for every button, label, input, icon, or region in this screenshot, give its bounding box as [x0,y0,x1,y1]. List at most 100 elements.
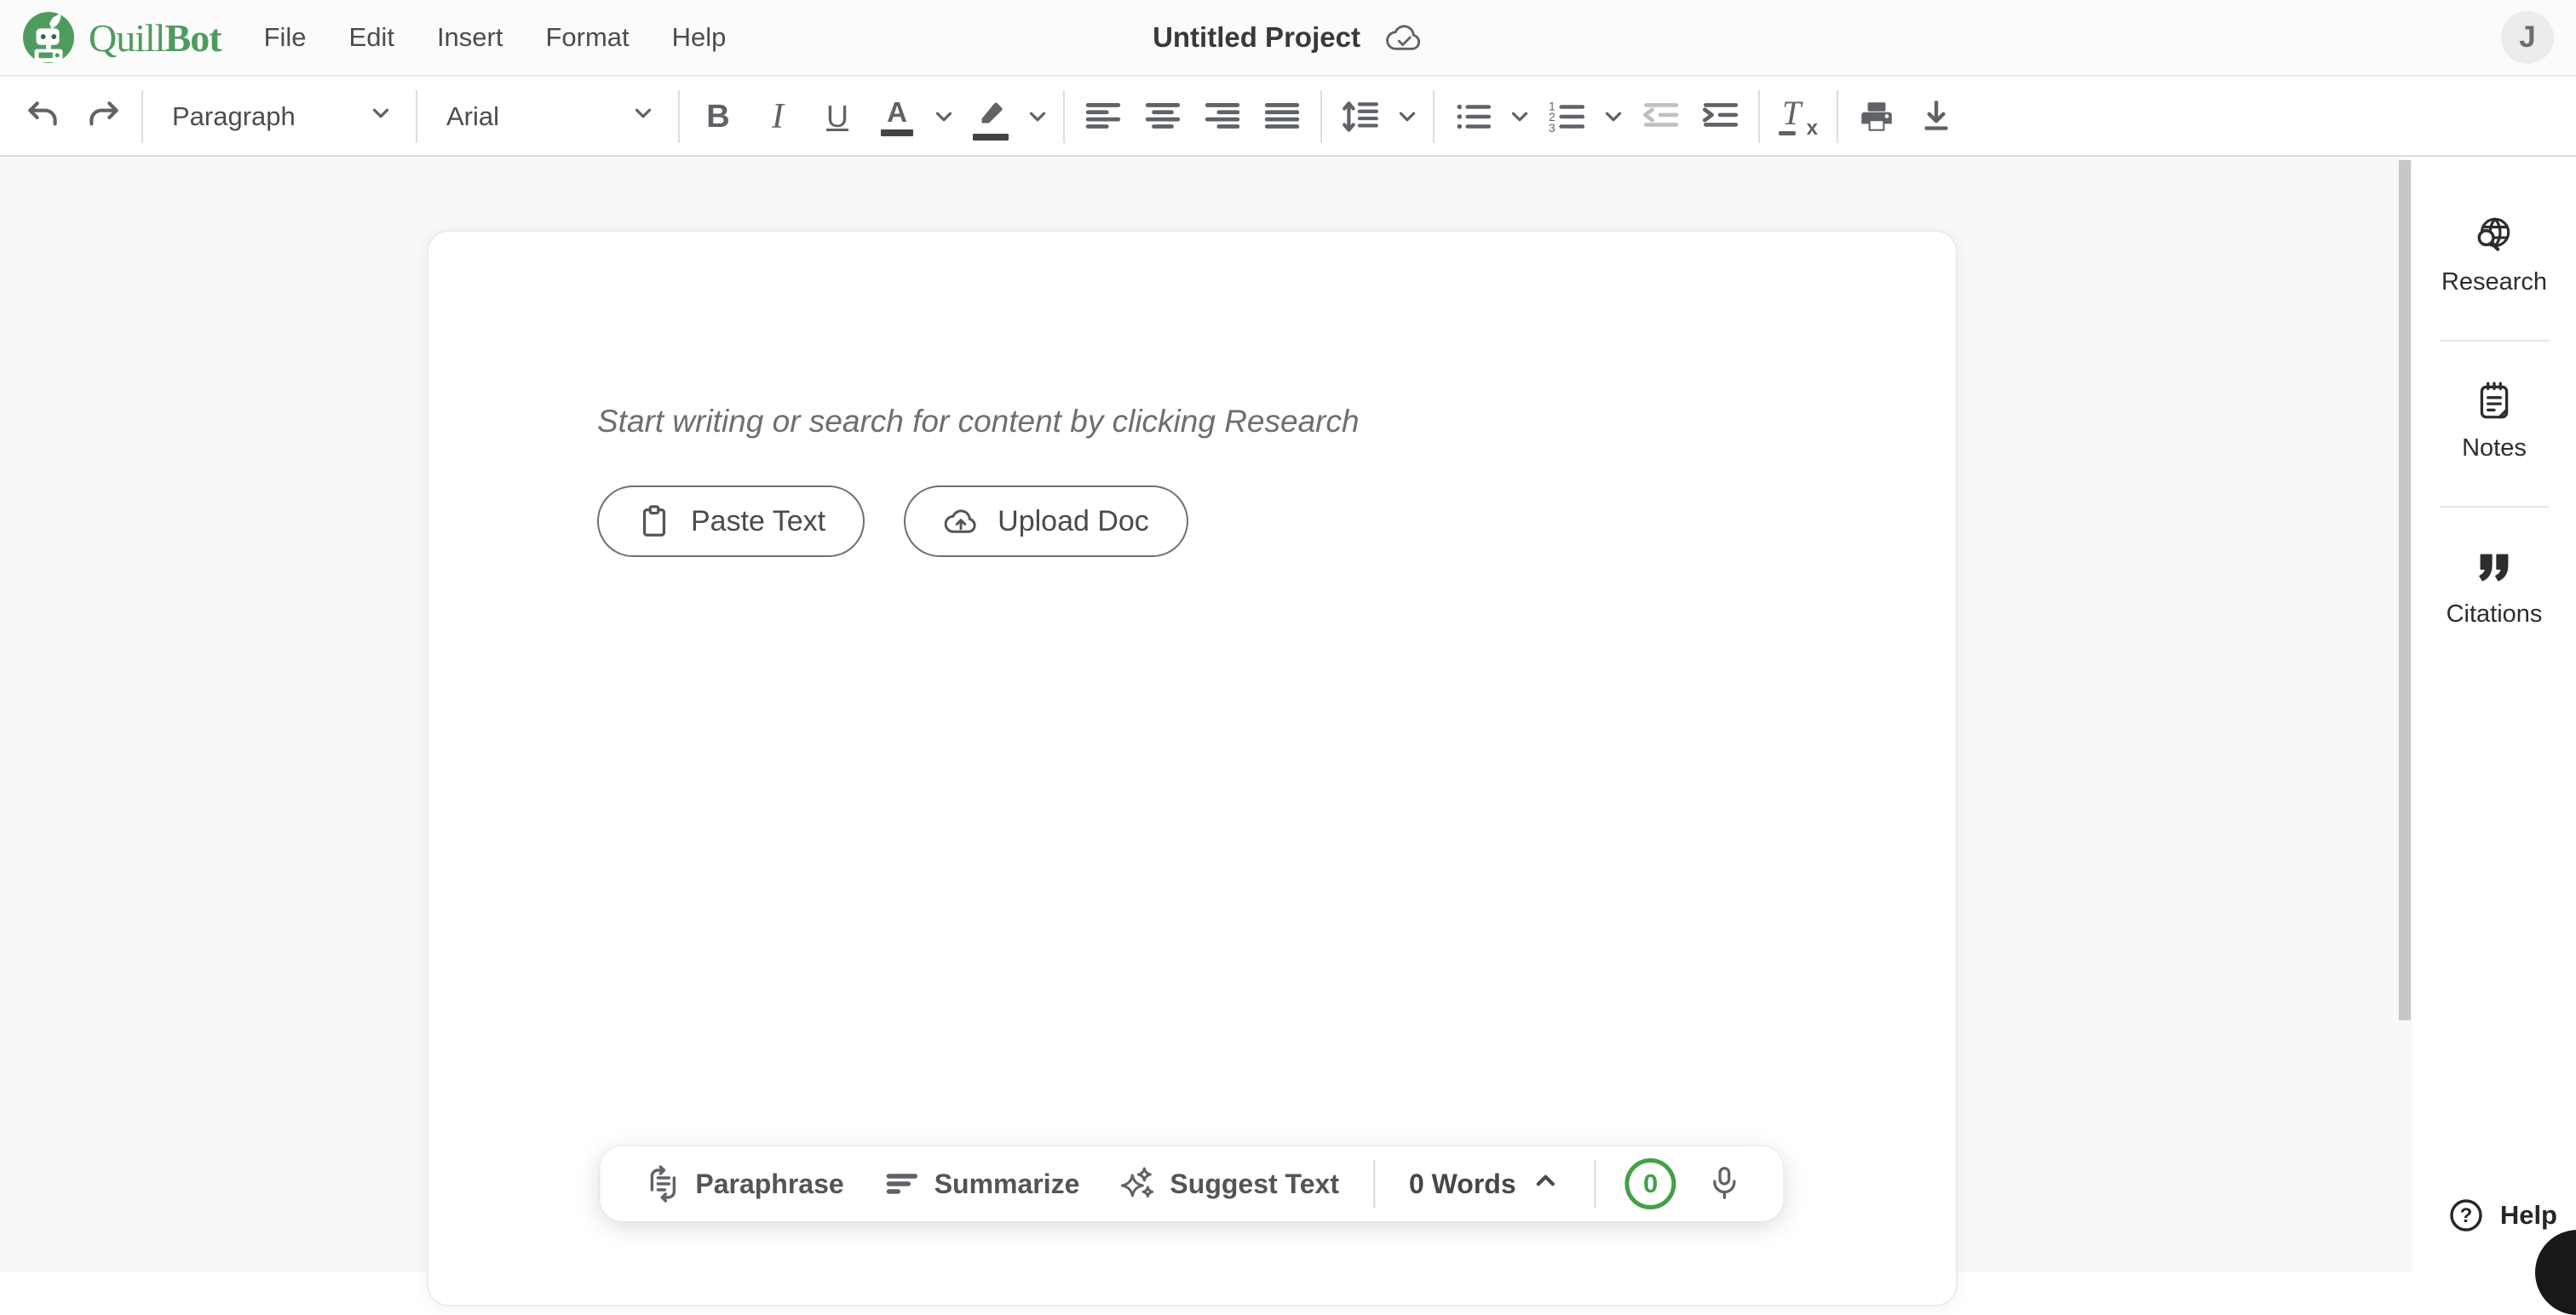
dictate-button[interactable] [1705,1164,1745,1203]
highlight-menu-button[interactable] [1021,89,1055,145]
notes-icon [2473,380,2516,422]
flow-score-value: 0 [1643,1169,1658,1199]
sidebar-divider [2440,340,2549,342]
numbered-list-button[interactable]: 1 2 3 [1537,89,1596,145]
align-right-button[interactable] [1193,89,1252,145]
print-button[interactable] [1847,89,1906,145]
scrollbar-thumb[interactable] [2399,160,2411,1020]
sidebar-label-citations: Citations [2447,600,2543,629]
underline-button[interactable]: U [808,89,867,145]
redo-button[interactable] [73,89,133,145]
right-sidebar: Research Notes Citations [2412,158,2576,1272]
line-spacing-menu-button[interactable] [1390,89,1424,145]
bullet-list-menu-button[interactable] [1503,89,1537,145]
sidebar-item-notes[interactable]: Notes [2457,379,2532,463]
align-justify-button[interactable] [1252,89,1312,145]
editor-scrollbar[interactable] [2397,158,2412,1272]
align-center-button[interactable] [1133,89,1193,145]
toolbar-separator [416,90,417,143]
project-title[interactable]: Untitled Project [1153,21,1360,54]
align-left-button[interactable] [1073,89,1133,145]
font-family-dropdown[interactable]: Arial [426,89,670,145]
undo-button[interactable] [14,89,73,145]
quillbot-wordmark: QuillBot [89,15,221,60]
sidebar-divider [2440,506,2549,508]
text-color-bar [881,129,913,136]
summarize-icon [883,1165,921,1203]
help-icon: ? [2447,1197,2485,1234]
toolbar-separator [678,90,680,143]
menu-edit[interactable]: Edit [348,19,396,56]
indent-button[interactable] [1690,89,1750,145]
word-count-label: 0 Words [1409,1169,1516,1200]
menu-help[interactable]: Help [670,19,728,56]
chevron-down-icon [630,100,656,133]
editor-area: Start writing or search for content by c… [0,158,2412,1272]
help-button[interactable]: ? Help [2442,1196,2562,1235]
suggest-text-button[interactable]: Suggest Text [1113,1164,1344,1203]
indent-icon [1700,97,1739,136]
bullet-list-button[interactable] [1443,89,1503,145]
quick-actions-separator [1595,1160,1596,1208]
text-color-button[interactable]: A [867,89,927,145]
outdent-button[interactable] [1630,89,1690,145]
highlight-color-bar [973,134,1009,141]
paraphrase-button[interactable]: Paraphrase [639,1164,848,1203]
upload-doc-button[interactable]: Upload Doc [904,485,1188,557]
summarize-button[interactable]: Summarize [878,1164,1085,1203]
menu-insert[interactable]: Insert [435,19,505,56]
toolbar-separator [1320,90,1322,143]
chevron-down-icon [368,100,394,133]
chevron-down-icon [1507,104,1532,129]
sidebar-item-research[interactable]: Research [2436,213,2552,297]
numbered-list-menu-button[interactable] [1596,89,1630,145]
avatar[interactable]: J [2501,11,2554,64]
align-center-icon [1143,97,1182,136]
editor-placeholder[interactable]: Start writing or search for content by c… [597,404,1956,439]
quillbot-logo[interactable]: QuillBot [22,11,221,64]
paste-text-button[interactable]: Paste Text [597,485,865,557]
chevron-down-icon [1601,104,1626,129]
toolbar-separator [1063,90,1065,143]
svg-text:?: ? [2459,1204,2472,1227]
line-spacing-icon [1341,97,1380,136]
italic-icon: I [772,99,784,135]
project-title-group: Untitled Project [1153,20,1423,55]
wordmark-quill: Quill [89,16,165,60]
quillbot-robot-icon [22,11,75,64]
paragraph-style-dropdown[interactable]: Paragraph [152,89,407,145]
wordmark-bot: Bot [165,16,221,60]
menu-bar: File Edit Insert Format Help [262,19,728,56]
svg-text:3: 3 [1549,122,1555,135]
paraphrase-icon [644,1165,681,1203]
flow-score-badge[interactable]: 0 [1625,1158,1676,1209]
clear-formatting-button[interactable]: T x [1768,89,1828,145]
highlight-button[interactable] [961,89,1021,145]
chevron-down-icon [1394,104,1420,129]
paragraph-style-value: Paragraph [172,101,296,132]
undo-icon [24,97,63,136]
toolbar-separator [141,90,143,143]
menu-format[interactable]: Format [543,19,630,56]
bold-icon: B [706,100,729,133]
line-spacing-button[interactable] [1331,89,1390,145]
help-label: Help [2500,1200,2557,1231]
sidebar-label-notes: Notes [2462,434,2527,462]
chevron-down-icon [931,104,957,129]
cloud-saved-icon [1384,20,1423,55]
sidebar-item-citations[interactable]: Citations [2441,545,2548,629]
toolbar-separator [1433,90,1435,143]
text-color-menu-button[interactable] [927,89,961,145]
clear-formatting-icon: T x [1779,96,1818,137]
align-justify-icon [1262,97,1302,136]
menu-file[interactable]: File [262,19,308,56]
suggest-text-icon [1118,1165,1156,1203]
font-family-value: Arial [446,101,499,132]
italic-button[interactable]: I [748,89,808,145]
download-button[interactable] [1906,89,1966,145]
paste-text-label: Paste Text [691,505,825,538]
bold-button[interactable]: B [688,89,748,145]
toolbar-separator [1758,90,1760,143]
document-card[interactable]: Start writing or search for content by c… [427,230,1958,1306]
word-count-button[interactable]: 0 Words [1404,1165,1566,1203]
